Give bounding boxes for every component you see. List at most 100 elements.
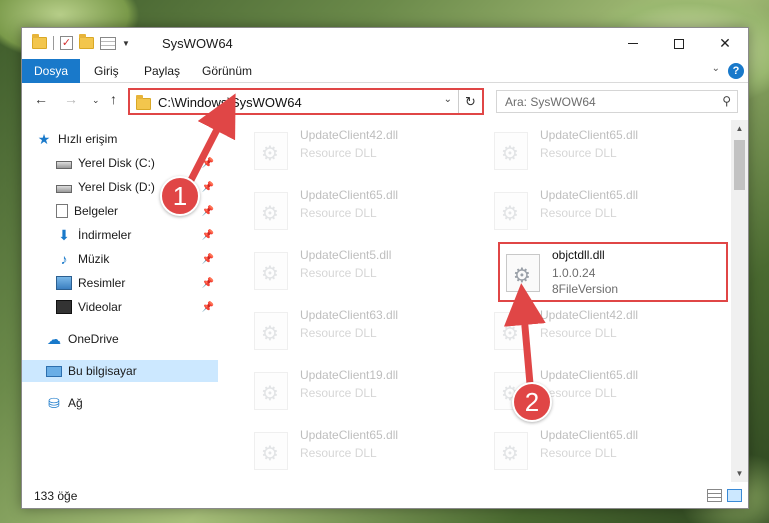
dll-file-icon [254, 312, 288, 350]
sidebar-item-pictures[interactable]: Resimler 📌 [22, 272, 218, 294]
sidebar-item-label: Yerel Disk (D:) [78, 180, 155, 194]
dll-file-icon [494, 192, 528, 230]
list-item[interactable]: UpdateClient42.dll Resource DLL [244, 124, 464, 176]
file-name: UpdateClient65.dll [540, 188, 639, 202]
file-description: Resource DLL [540, 326, 617, 340]
help-icon[interactable]: ? [728, 63, 744, 79]
file-name: UpdateClient5.dll [300, 248, 392, 262]
computer-icon [46, 365, 62, 377]
back-arrow-icon[interactable]: ← [34, 91, 48, 107]
file-description: Resource DLL [540, 206, 617, 220]
highlighted-file-item[interactable]: objctdll.dll 1.0.0.24 8FileVersion [498, 242, 728, 302]
list-item[interactable]: UpdateClient65.dll Resource DLL [484, 124, 704, 176]
scrollbar-thumb[interactable] [734, 140, 745, 190]
search-icon[interactable]: ⚲ [722, 94, 731, 108]
file-name: UpdateClient65.dll [540, 368, 639, 382]
file-description: Resource DLL [300, 146, 377, 160]
refresh-icon[interactable]: ↻ [458, 90, 482, 113]
sidebar-item-network[interactable]: ⛁ Ağ [22, 392, 218, 414]
list-item[interactable]: UpdateClient65.dll Resource DLL [244, 424, 464, 476]
list-item[interactable]: UpdateClient63.dll Resource DLL [244, 304, 464, 356]
recent-locations-icon[interactable]: ⌄ [92, 95, 100, 106]
file-list: UpdateClient42.dll Resource DLL UpdateCl… [234, 120, 734, 480]
chevron-down-icon[interactable]: ▼ [122, 39, 130, 48]
folder-icon [136, 95, 151, 110]
address-path[interactable]: C:\Windows\SysWOW64 [158, 95, 302, 110]
vertical-scrollbar[interactable]: ▲ ▼ [731, 120, 748, 482]
close-icon: ✕ [719, 35, 731, 51]
pin-icon[interactable]: 📌 [202, 206, 214, 217]
list-item[interactable]: UpdateClient19.dll Resource DLL [244, 364, 464, 416]
sidebar-item-downloads[interactable]: ⬇ İndirmeler 📌 [22, 224, 218, 246]
minimize-button[interactable] [610, 28, 656, 59]
scroll-up-icon[interactable]: ▲ [731, 120, 748, 137]
music-icon: ♪ [60, 251, 68, 267]
address-bar[interactable]: C:\Windows\SysWOW64 ⌄ ↻ [128, 88, 484, 115]
pin-icon[interactable]: 📌 [202, 182, 214, 193]
pin-icon[interactable]: 📌 [202, 158, 214, 169]
sidebar-item-label: OneDrive [68, 332, 119, 346]
file-name: UpdateClient42.dll [300, 128, 399, 142]
pin-icon[interactable]: 📌 [202, 302, 214, 313]
disk-icon [56, 160, 72, 169]
file-description: Resource DLL [300, 206, 377, 220]
customize-icon[interactable] [100, 36, 116, 50]
close-button[interactable]: ✕ [702, 28, 748, 59]
scroll-down-icon[interactable]: ▼ [731, 465, 748, 482]
minimize-icon [628, 43, 638, 44]
sidebar-item-this-pc[interactable]: Bu bilgisayar [22, 360, 218, 382]
forward-arrow-icon[interactable]: → [64, 91, 78, 107]
sidebar-item-disk-c[interactable]: Yerel Disk (C:) 📌 [22, 152, 218, 174]
sidebar-item-videos[interactable]: Videolar 📌 [22, 296, 218, 318]
file-description: Resource DLL [300, 386, 377, 400]
documents-icon [56, 204, 68, 218]
list-item[interactable]: UpdateClient65.dll Resource DLL [484, 184, 704, 236]
file-description: Resource DLL [540, 446, 617, 460]
list-item[interactable]: UpdateClient5.dll Resource DLL [244, 244, 464, 296]
search-input[interactable]: Ara: SysWOW64 ⚲ [496, 90, 738, 113]
quick-access-toolbar: ✓ ▼ [32, 34, 130, 50]
list-item[interactable]: UpdateClient42.dll Resource DLL [484, 304, 704, 356]
file-description: Resource DLL [540, 146, 617, 160]
toolbar-separator [53, 36, 54, 50]
dll-file-icon [254, 372, 288, 410]
pin-icon[interactable]: 📌 [202, 230, 214, 241]
list-item[interactable]: UpdateClient65.dll Resource DLL [244, 184, 464, 236]
sidebar-item-quick-access[interactable]: ★ Hızlı erişim [22, 128, 218, 150]
dll-file-icon [254, 252, 288, 290]
up-arrow-icon[interactable]: ↑ [110, 91, 117, 107]
sidebar-item-label: Bu bilgisayar [68, 364, 137, 378]
file-name: UpdateClient65.dll [540, 128, 639, 142]
step-badge-1: 1 [160, 176, 200, 216]
search-placeholder: Ara: SysWOW64 [505, 95, 596, 109]
tab-view[interactable]: Görünüm [192, 59, 262, 83]
tab-share[interactable]: Paylaş [134, 59, 190, 83]
file-version-label: 8FileVersion [552, 282, 619, 296]
maximize-icon [674, 38, 684, 49]
videos-icon [56, 300, 72, 314]
file-name: UpdateClient42.dll [540, 308, 639, 322]
new-folder-icon[interactable] [79, 34, 94, 49]
navigation-bar: ← → ⌄ ↑ C:\Windows\SysWOW64 ⌄ ↻ Ara: Sys… [22, 84, 748, 118]
file-name: UpdateClient65.dll [300, 428, 399, 442]
explorer-window: ✓ ▼ SysWOW64 ✕ Dosya Giriş Paylaş Görünü… [21, 27, 749, 509]
properties-check-icon[interactable]: ✓ [60, 36, 73, 50]
pin-icon[interactable]: 📌 [202, 278, 214, 289]
sidebar-item-onedrive[interactable]: ☁ OneDrive [22, 328, 218, 350]
list-item[interactable]: UpdateClient65.dll Resource DLL [484, 424, 704, 476]
tiles-view-icon[interactable] [727, 489, 742, 502]
expand-ribbon-icon[interactable]: ⌄ [712, 63, 720, 74]
pictures-icon [56, 276, 72, 290]
download-icon: ⬇ [58, 227, 70, 243]
chevron-down-icon[interactable]: ⌄ [444, 94, 452, 105]
details-view-icon[interactable] [707, 489, 722, 502]
dll-file-icon [506, 254, 540, 292]
sidebar-item-label: Resimler [78, 276, 126, 290]
tab-home[interactable]: Giriş [84, 59, 129, 83]
sidebar-item-music[interactable]: ♪ Müzik 📌 [22, 248, 218, 270]
maximize-button[interactable] [656, 28, 702, 59]
tab-file[interactable]: Dosya [22, 59, 80, 83]
folder-icon [32, 34, 47, 49]
pin-icon[interactable]: 📌 [202, 254, 214, 265]
window-title: SysWOW64 [162, 36, 233, 51]
